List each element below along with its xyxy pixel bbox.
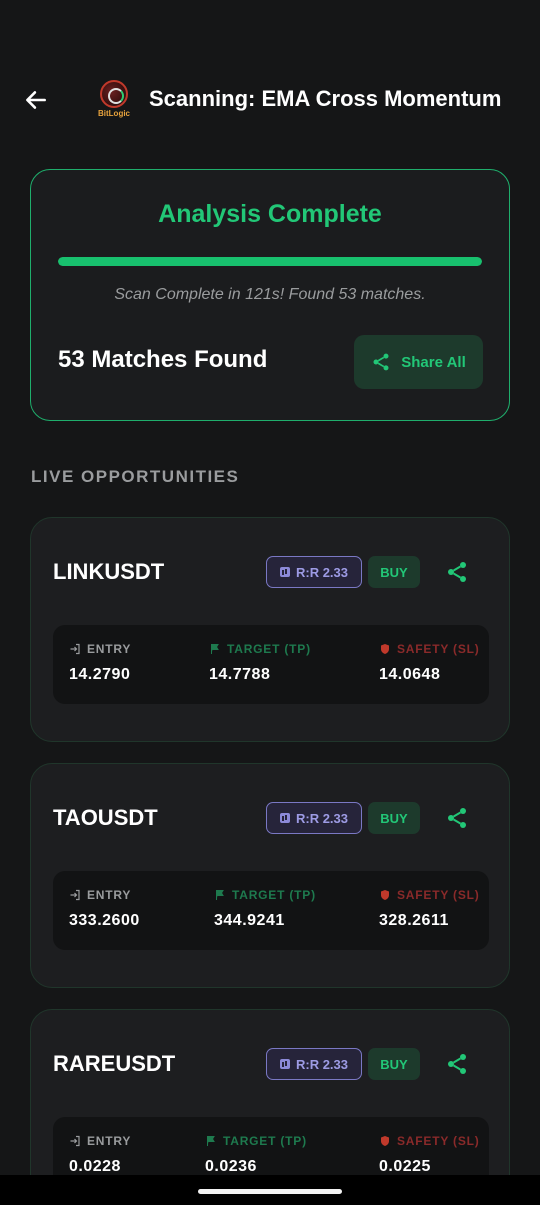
entry-value: 0.0228 (69, 1158, 121, 1175)
target-value: 14.7788 (209, 666, 271, 683)
entry-value: 14.2790 (69, 666, 131, 683)
login-icon (70, 643, 80, 655)
target-label: TARGET (TP) (223, 1134, 307, 1148)
symbol-name: TAOUSDT (53, 805, 158, 830)
system-nav-bar (0, 1175, 540, 1205)
safety-level: SAFETY (SL) 0.0225 (379, 1134, 480, 1176)
matches-count: 53 Matches Found (58, 346, 268, 373)
shield-icon (381, 890, 389, 900)
shield-icon (381, 644, 389, 654)
opportunity-card[interactable]: LINKUSDT R:R 2.33 BUY ENTRY 14.2790 TARG… (30, 517, 510, 742)
login-icon (70, 1135, 80, 1147)
chart-icon (279, 567, 290, 577)
safety-label: SAFETY (SL) (397, 642, 480, 656)
section-heading: LIVE OPPORTUNITIES (31, 467, 240, 486)
flag-icon (211, 644, 219, 654)
scan-status-text: Scan Complete in 121s! Found 53 matches. (114, 286, 426, 303)
share-icon (448, 562, 466, 582)
rr-value: R:R 2.33 (295, 810, 349, 826)
share-button[interactable] (443, 558, 471, 586)
shield-icon (381, 1136, 389, 1146)
target-value: 0.0236 (205, 1158, 257, 1175)
share-all-button[interactable]: Share All (354, 335, 483, 389)
entry-label: ENTRY (87, 642, 132, 656)
flag-icon (216, 890, 224, 900)
flag-icon (207, 1136, 215, 1146)
share-icon (448, 1054, 466, 1074)
target-label: TARGET (TP) (232, 888, 316, 902)
target-level: TARGET (TP) 14.7788 (209, 642, 311, 684)
safety-value: 328.2611 (379, 912, 449, 929)
opportunity-card[interactable]: TAOUSDT R:R 2.33 BUY ENTRY 333.2600 TARG… (30, 763, 510, 988)
price-levels: ENTRY 14.2790 TARGET (TP) 14.7788 SAFETY… (53, 625, 489, 704)
share-icon (448, 808, 466, 828)
target-label: TARGET (TP) (227, 642, 311, 656)
safety-level: SAFETY (SL) 14.0648 (379, 642, 480, 684)
entry-level: ENTRY 0.0228 (69, 1134, 131, 1176)
symbol-name: RAREUSDT (53, 1051, 176, 1076)
symbol-name: LINKUSDT (53, 559, 165, 584)
share-all-label: Share All (401, 353, 466, 371)
scan-summary-card: Analysis Complete Scan Complete in 121s!… (30, 169, 510, 421)
arrow-left-icon (26, 91, 46, 109)
share-icon (373, 353, 389, 371)
chart-icon (279, 813, 290, 823)
chart-icon (279, 1059, 290, 1069)
rr-value: R:R 2.33 (295, 1056, 349, 1072)
side-badge: BUY (368, 1048, 420, 1080)
entry-level: ENTRY 333.2600 (69, 888, 140, 930)
scan-progress-fill (58, 257, 482, 266)
risk-reward-badge: R:R 2.33 (266, 1048, 362, 1080)
app-header: BitLogic Scanning: EMA Cross Momentum (0, 60, 540, 140)
risk-reward-badge: R:R 2.33 (266, 556, 362, 588)
safety-value: 0.0225 (379, 1158, 431, 1175)
app-logo: BitLogic (96, 80, 132, 120)
share-button[interactable] (443, 1050, 471, 1078)
target-level: TARGET (TP) 0.0236 (205, 1134, 307, 1176)
entry-value: 333.2600 (69, 912, 140, 929)
back-button[interactable] (20, 84, 52, 116)
target-level: TARGET (TP) 344.9241 (214, 888, 316, 930)
safety-label: SAFETY (SL) (397, 1134, 480, 1148)
price-levels: ENTRY 333.2600 TARGET (TP) 344.9241 SAFE… (53, 871, 489, 950)
safety-level: SAFETY (SL) 328.2611 (379, 888, 480, 930)
share-button[interactable] (443, 804, 471, 832)
scan-progress-bar (58, 257, 482, 266)
entry-label: ENTRY (87, 888, 132, 902)
entry-label: ENTRY (87, 1134, 132, 1148)
side-badge: BUY (368, 556, 420, 588)
summary-heading: Analysis Complete (158, 200, 382, 228)
page-title: Scanning: EMA Cross Momentum (149, 86, 502, 111)
risk-reward-badge: R:R 2.33 (266, 802, 362, 834)
safety-label: SAFETY (SL) (397, 888, 480, 902)
login-icon (70, 889, 80, 901)
entry-level: ENTRY 14.2790 (69, 642, 131, 684)
logo-mark (100, 80, 128, 108)
target-value: 344.9241 (214, 912, 285, 929)
safety-value: 14.0648 (379, 666, 441, 683)
logo-text: BitLogic (98, 109, 130, 118)
side-badge: BUY (368, 802, 420, 834)
rr-value: R:R 2.33 (295, 564, 349, 580)
home-indicator[interactable] (198, 1189, 342, 1194)
